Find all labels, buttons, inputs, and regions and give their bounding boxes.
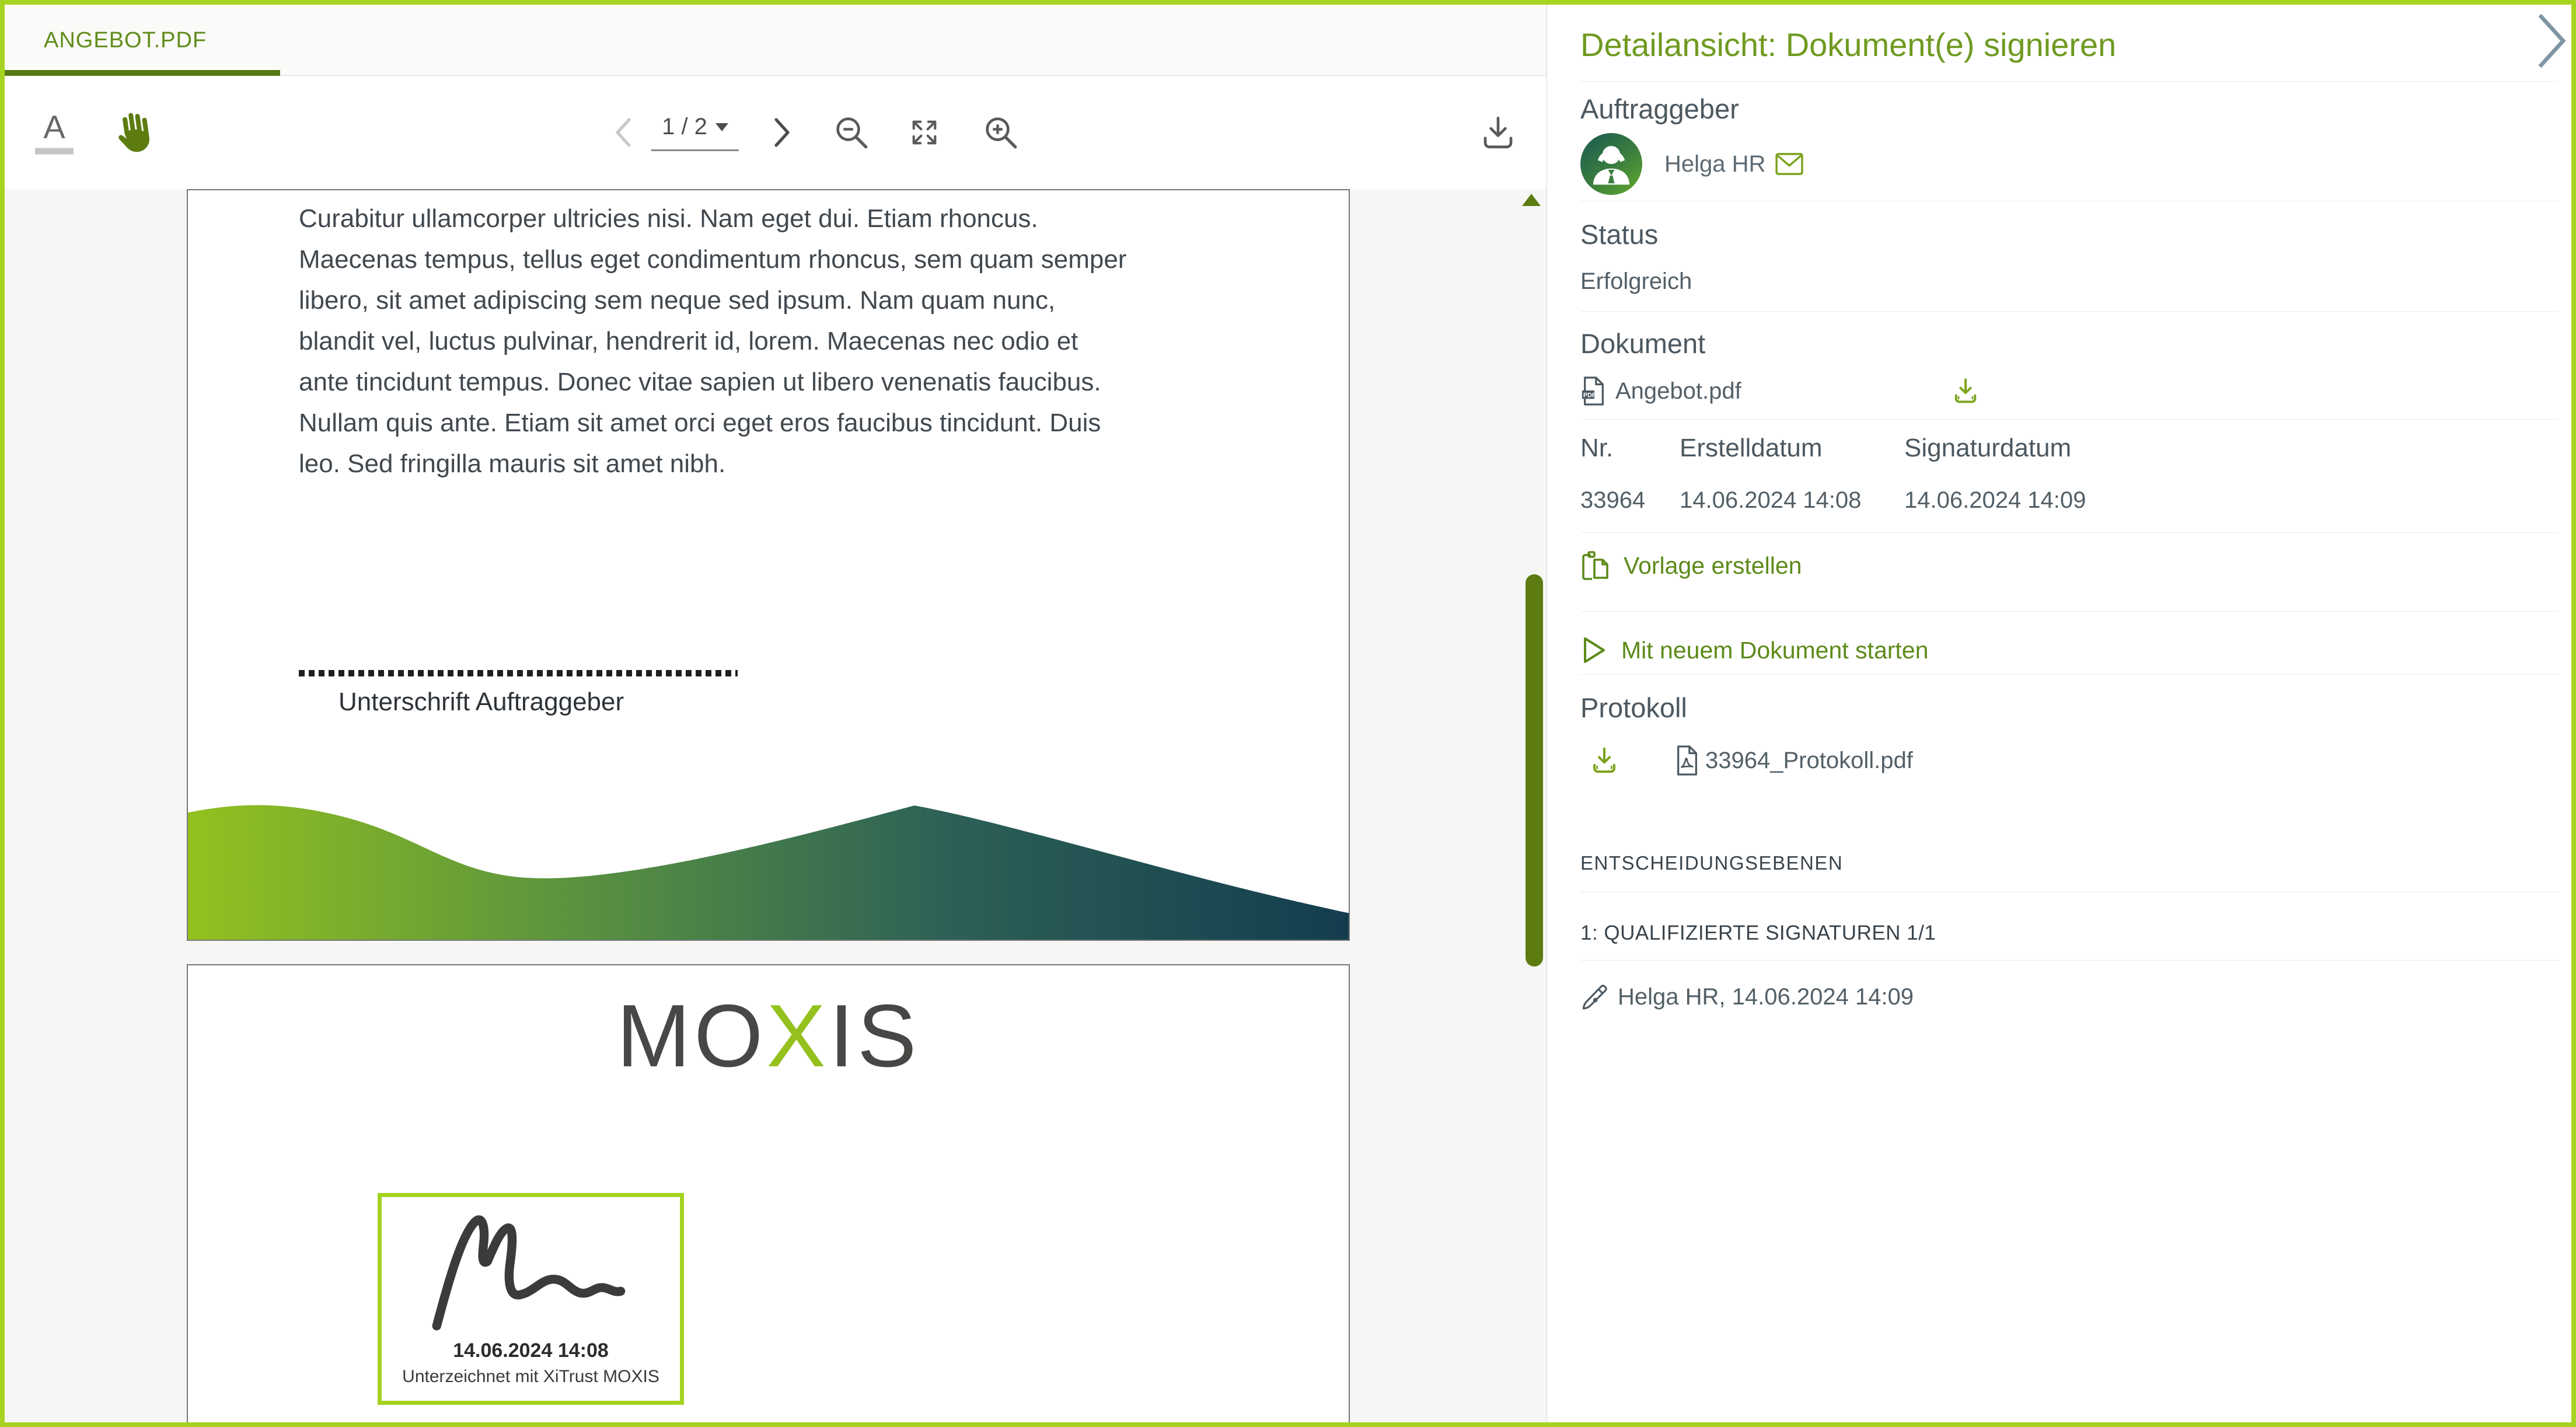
start-new-document-link[interactable]: Mit neuem Dokument starten (1580, 635, 2558, 665)
protokoll-file-row: 33964_Protokoll.pdf (1580, 744, 2558, 777)
section-status: Status Erfolgreich (1580, 201, 2558, 312)
signature-line-label: Unterschrift Auftraggeber (338, 688, 624, 717)
signature-dotted-line (299, 670, 738, 676)
meta-value-row: 33964 14.06.2024 14:08 14.06.2024 14:09 (1580, 463, 2558, 514)
entscheidungsebenen-header: ENTSCHEIDUNGSEBENEN (1580, 852, 2558, 892)
signature-level-row: 1: QUALIFIZIERTE SIGNATUREN 1/1 (1580, 892, 2558, 961)
fullscreen-button[interactable] (906, 114, 943, 151)
pdf-scroll-area[interactable]: Curabitur ullamcorper ultricies nisi. Na… (5, 189, 1547, 1422)
meta-header-row: Nr. Erstelldatum Signaturdatum (1580, 434, 2558, 463)
pdf-page-1: Curabitur ullamcorper ultricies nisi. Na… (187, 189, 1350, 941)
svg-text:PDF: PDF (1583, 392, 1596, 399)
dokument-heading: Dokument (1580, 328, 2558, 360)
chevron-right-icon (770, 116, 794, 149)
footer-wave-graphic (188, 801, 1349, 940)
signer-row: Helga HR, 14.06.2024 14:09 (1580, 961, 2558, 1012)
create-template-link[interactable]: Vorlage erstellen (1580, 549, 2558, 582)
copy-icon (1580, 549, 1611, 582)
stamp-date: 14.06.2024 14:08 (382, 1339, 680, 1362)
page-title: Detailansicht: Dokument(e) signieren (1580, 5, 2558, 82)
scrollbar-thumb[interactable] (1526, 574, 1543, 967)
tab-angebot-pdf[interactable]: ANGEBOT.PDF (5, 5, 207, 76)
meta-value-nr: 33964 (1580, 487, 1680, 514)
meta-header-nr: Nr. (1580, 434, 1680, 463)
chevron-left-icon (612, 116, 635, 149)
handwritten-signature (429, 1206, 633, 1332)
document-paragraph: Curabitur ullamcorper ultricies nisi. Na… (299, 198, 1126, 484)
page-number-control[interactable]: 1 / 2 (651, 114, 739, 151)
text-tool-button[interactable]: A (35, 111, 74, 155)
download-file-icon[interactable] (1950, 376, 1981, 406)
protokoll-filename[interactable]: 33964_Protokoll.pdf (1705, 748, 1913, 774)
create-template-label: Vorlage erstellen (1624, 552, 1802, 580)
pdf-file-icon (1674, 744, 1701, 777)
download-document-button[interactable] (1479, 113, 1517, 152)
meta-value-erstelldatum: 14.06.2024 14:08 (1680, 487, 1904, 514)
pdf-file-icon: PDF (1580, 376, 1607, 406)
section-protokoll: Protokoll 33964_Protokoll.pdf (1580, 675, 2558, 777)
tab-label: ANGEBOT.PDF (44, 28, 207, 53)
page-number-label: 1 / 2 (662, 114, 707, 140)
panel-collapse-button[interactable] (2530, 11, 2570, 71)
pdf-toolbar: A 1 / 2 (5, 76, 1547, 189)
status-heading: Status (1580, 219, 2558, 250)
play-icon (1580, 635, 1608, 665)
protokoll-heading: Protokoll (1580, 692, 2558, 724)
hand-tool-button[interactable] (109, 108, 155, 157)
signature-stamp: 14.06.2024 14:08 Unterzeichnet mit XiTru… (378, 1193, 684, 1405)
pdf-viewer: ANGEBOT.PDF A 1 / 2 (5, 5, 1547, 1422)
download-protokoll-icon[interactable] (1589, 745, 1620, 776)
hand-tool-icon (106, 105, 159, 160)
meta-value-signaturdatum: 14.06.2024 14:09 (1904, 487, 2086, 514)
section-start-new: Mit neuem Dokument starten (1580, 612, 2558, 675)
active-tab-underline (5, 70, 280, 76)
zoom-out-icon (832, 113, 871, 152)
email-icon[interactable] (1775, 152, 1804, 176)
auftraggeber-heading: Auftraggeber (1580, 93, 2558, 125)
start-new-document-label: Mit neuem Dokument starten (1621, 637, 1928, 664)
document-filename: Angebot.pdf (1615, 378, 1741, 404)
client-row: Helga HR (1580, 133, 2558, 195)
page-caret-icon (715, 123, 728, 131)
status-value: Erfolgreich (1580, 268, 2558, 295)
signer-label: Helga HR, 14.06.2024 14:09 (1618, 984, 1914, 1010)
moxis-logo: MOXIS (188, 992, 1349, 1080)
stamp-caption: Unterzeichnet mit XiTrust MOXIS (382, 1367, 680, 1387)
download-icon (1479, 113, 1517, 152)
zoom-in-icon (982, 113, 1020, 152)
detail-panel: Detailansicht: Dokument(e) signieren Auf… (1547, 5, 2571, 1422)
pdf-page-2: MOXIS 14.06.2024 14:08 Unterzeichnet mit… (187, 964, 1350, 1422)
zoom-in-button[interactable] (982, 113, 1020, 152)
fullscreen-icon (906, 114, 943, 151)
document-file-row: PDF Angebot.pdf (1580, 377, 2558, 405)
text-tool-underline (35, 148, 74, 155)
avatar (1580, 133, 1642, 195)
meta-header-erstelldatum: Erstelldatum (1680, 434, 1904, 463)
panel-collapse-icon (2530, 11, 2570, 71)
section-vorlage: Vorlage erstellen (1580, 533, 2558, 612)
document-tab-bar: ANGEBOT.PDF (5, 5, 1547, 76)
zoom-out-button[interactable] (832, 113, 871, 152)
pen-icon (1580, 982, 1608, 1012)
section-dokument: Dokument PDF Angebot.pdf (1580, 312, 2558, 420)
page-input-underline (651, 149, 739, 151)
section-meta: Nr. Erstelldatum Signaturdatum 33964 14.… (1580, 420, 2558, 533)
person-icon (1580, 133, 1642, 195)
moxis-logo-x: X (766, 986, 829, 1086)
meta-header-signaturdatum: Signaturdatum (1904, 434, 2071, 463)
text-tool-icon: A (43, 111, 65, 144)
moxis-signing-app: ANGEBOT.PDF A 1 / 2 (0, 0, 2576, 1427)
scroll-up-icon[interactable] (1522, 194, 1541, 206)
next-page-button[interactable] (770, 116, 794, 149)
previous-page-button[interactable] (612, 116, 635, 149)
client-name: Helga HR (1664, 151, 1765, 177)
section-auftraggeber: Auftraggeber Helga HR (1580, 82, 2558, 201)
